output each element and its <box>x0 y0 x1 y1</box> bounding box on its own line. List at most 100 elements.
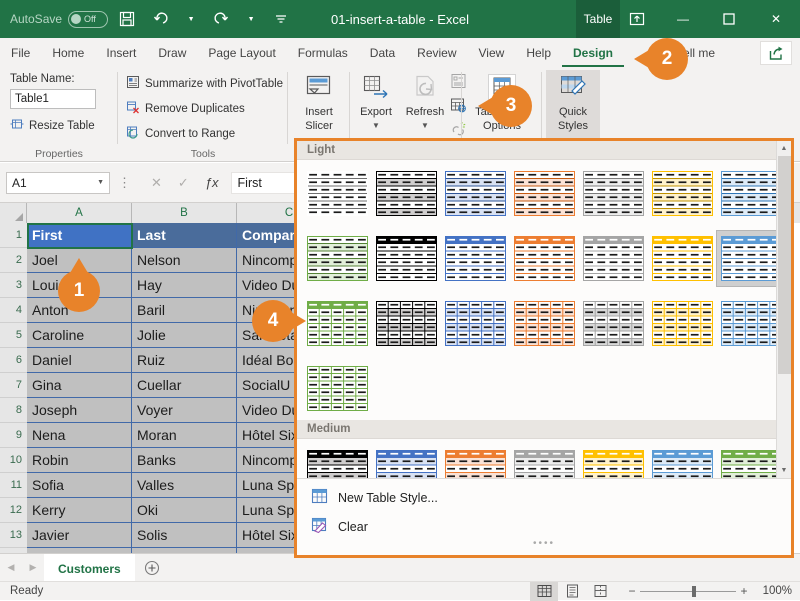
table-style-thumbnail[interactable] <box>441 296 510 351</box>
tab-draw[interactable]: Draw <box>147 40 197 67</box>
table-style-thumbnail[interactable] <box>648 166 717 221</box>
export-button[interactable]: Export ▼ <box>352 70 400 142</box>
tab-design[interactable]: Design <box>562 40 625 67</box>
table-style-thumbnail[interactable] <box>648 296 717 351</box>
scroll-down-arrow[interactable]: ▼ <box>776 463 791 478</box>
tab-page-layout[interactable]: Page Layout <box>197 40 286 67</box>
tab-file[interactable]: File <box>0 40 41 67</box>
undo-icon[interactable] <box>146 5 176 33</box>
gallery-scrollbar[interactable]: ▲ ▼ <box>776 141 791 478</box>
table-style-thumbnail[interactable] <box>372 296 441 351</box>
tab-insert[interactable]: Insert <box>95 40 147 67</box>
minimize-button[interactable]: — <box>660 0 706 38</box>
next-sheet-icon[interactable]: ▶ <box>22 562 44 573</box>
cell-a7[interactable]: Gina <box>27 373 132 398</box>
table-style-thumbnail[interactable] <box>303 166 372 221</box>
page-layout-view-icon[interactable] <box>558 582 586 601</box>
row-header-4[interactable]: 4 <box>0 298 27 323</box>
cell-b1[interactable]: Last <box>132 223 237 248</box>
zoom-in-button[interactable]: + <box>736 584 752 598</box>
table-style-thumbnail[interactable] <box>510 231 579 286</box>
maximize-button[interactable] <box>706 0 752 38</box>
save-icon[interactable] <box>112 5 142 33</box>
cell-b8[interactable]: Voyer <box>132 398 237 423</box>
cell-b6[interactable]: Ruiz <box>132 348 237 373</box>
table-style-thumbnail[interactable] <box>510 166 579 221</box>
table-name-input[interactable]: Table1 <box>10 89 96 109</box>
row-header-6[interactable]: 6 <box>0 348 27 373</box>
cell-b11[interactable]: Valles <box>132 473 237 498</box>
cell-b3[interactable]: Hay <box>132 273 237 298</box>
table-style-thumbnail[interactable] <box>579 296 648 351</box>
refresh-dropdown-icon[interactable]: ▼ <box>421 120 429 132</box>
confirm-icon[interactable]: ✓ <box>178 175 189 191</box>
cell-a12[interactable]: Kerry <box>27 498 132 523</box>
tab-help[interactable]: Help <box>515 40 562 67</box>
table-style-thumbnail[interactable] <box>372 445 441 478</box>
cell-a13[interactable]: Javier <box>27 523 132 548</box>
table-style-thumbnail[interactable] <box>441 166 510 221</box>
cell-a5[interactable]: Caroline <box>27 323 132 348</box>
scrollbar-thumb[interactable] <box>777 156 791 374</box>
table-style-thumbnail[interactable] <box>303 231 372 286</box>
zoom-slider[interactable]: − + <box>624 584 752 598</box>
share-icon[interactable] <box>760 41 792 65</box>
row-header-3[interactable]: 3 <box>0 273 27 298</box>
page-break-view-icon[interactable] <box>586 582 614 601</box>
table-style-thumbnail[interactable] <box>303 361 372 416</box>
autosave-toggle[interactable]: Off <box>68 10 109 28</box>
cell-a11[interactable]: Sofia <box>27 473 132 498</box>
zoom-thumb[interactable] <box>692 585 696 597</box>
tab-data[interactable]: Data <box>359 40 406 67</box>
select-all-corner[interactable] <box>0 203 27 223</box>
summarize-with-pivottable-button[interactable]: Summarize with PivotTable <box>126 73 283 94</box>
remove-duplicates-button[interactable]: Remove Duplicates <box>126 98 283 119</box>
cancel-icon[interactable]: ✕ <box>151 175 162 191</box>
cell-b9[interactable]: Moran <box>132 423 237 448</box>
cell-a6[interactable]: Daniel <box>27 348 132 373</box>
cell-a8[interactable]: Joseph <box>27 398 132 423</box>
table-style-thumbnail[interactable] <box>441 231 510 286</box>
scroll-up-arrow[interactable]: ▲ <box>776 141 791 156</box>
export-dropdown-icon[interactable]: ▼ <box>372 120 380 132</box>
cell-a1[interactable]: First <box>27 223 132 248</box>
cell-a9[interactable]: Nena <box>27 423 132 448</box>
tab-view[interactable]: View <box>468 40 516 67</box>
customize-quick-access-icon[interactable] <box>266 5 296 33</box>
normal-view-icon[interactable] <box>530 581 558 601</box>
table-style-thumbnail[interactable] <box>648 445 717 478</box>
zoom-track[interactable] <box>640 585 736 597</box>
row-header-10[interactable]: 10 <box>0 448 27 473</box>
row-header-9[interactable]: 9 <box>0 423 27 448</box>
table-style-thumbnail[interactable] <box>648 231 717 286</box>
table-style-thumbnail[interactable] <box>579 231 648 286</box>
ribbon-display-options-icon[interactable] <box>614 0 660 38</box>
previous-sheet-icon[interactable]: ◀ <box>0 562 22 573</box>
row-header-5[interactable]: 5 <box>0 323 27 348</box>
cell-b5[interactable]: Jolie <box>132 323 237 348</box>
close-button[interactable]: ✕ <box>752 0 800 38</box>
cell-b4[interactable]: Baril <box>132 298 237 323</box>
column-header-a[interactable]: A <box>27 203 132 223</box>
chevron-down-icon[interactable]: ▼ <box>97 179 104 186</box>
table-style-thumbnail[interactable] <box>303 296 372 351</box>
table-style-thumbnail[interactable] <box>510 296 579 351</box>
tab-home[interactable]: Home <box>41 40 95 67</box>
cell-b10[interactable]: Banks <box>132 448 237 473</box>
refresh-button[interactable]: Refresh ▼ <box>400 70 450 142</box>
cell-b7[interactable]: Cuellar <box>132 373 237 398</box>
sheet-tab-customers[interactable]: Customers <box>44 554 135 581</box>
gallery-resize-grip[interactable]: •••• <box>297 539 791 549</box>
cell-a10[interactable]: Robin <box>27 448 132 473</box>
table-style-thumbnail[interactable] <box>579 166 648 221</box>
tab-review[interactable]: Review <box>406 40 467 67</box>
redo-icon[interactable] <box>206 5 236 33</box>
row-header-13[interactable]: 13 <box>0 523 27 548</box>
row-header-7[interactable]: 7 <box>0 373 27 398</box>
add-sheet-icon[interactable] <box>135 560 169 576</box>
redo-dropdown-icon[interactable]: ▼ <box>240 5 262 33</box>
table-style-thumbnail[interactable] <box>510 445 579 478</box>
name-box[interactable]: A1 ▼ <box>6 171 110 194</box>
column-header-b[interactable]: B <box>132 203 237 223</box>
row-header-8[interactable]: 8 <box>0 398 27 423</box>
